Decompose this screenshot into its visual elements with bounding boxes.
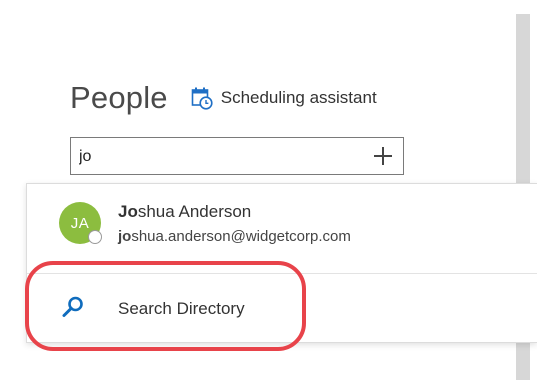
plus-icon[interactable] xyxy=(371,144,395,168)
people-search-input[interactable] xyxy=(79,146,359,168)
email-rest: shua.anderson@widgetcorp.com xyxy=(131,228,351,245)
people-header: People Scheduling assistant xyxy=(70,80,377,116)
search-icon xyxy=(61,295,85,324)
scheduling-assistant-label: Scheduling assistant xyxy=(220,88,377,107)
person-name: Joshua Anderson xyxy=(118,202,251,222)
page-title: People xyxy=(70,80,168,115)
suggestion-item[interactable]: JA Joshua Anderson joshua.anderson@widge… xyxy=(27,184,537,272)
name-rest: shua Anderson xyxy=(137,202,252,221)
email-match-highlight: jo xyxy=(118,228,132,245)
calendar-clock-icon xyxy=(191,86,213,110)
name-match-highlight: Jo xyxy=(118,202,138,221)
people-picker-panel: People Scheduling assistant jo JA Joshua… xyxy=(0,0,537,380)
suggestions-dropdown: JA Joshua Anderson joshua.anderson@widge… xyxy=(26,183,537,343)
person-email: joshua.anderson@widgetcorp.com xyxy=(118,228,351,245)
search-directory-label: Search Directory xyxy=(118,299,245,318)
presence-status-icon xyxy=(88,230,102,244)
search-directory-button[interactable]: Search Directory xyxy=(27,274,537,342)
avatar-initials: JA xyxy=(70,214,90,232)
people-search-box[interactable] xyxy=(70,137,404,175)
scheduling-assistant-button[interactable]: Scheduling assistant xyxy=(191,86,377,110)
